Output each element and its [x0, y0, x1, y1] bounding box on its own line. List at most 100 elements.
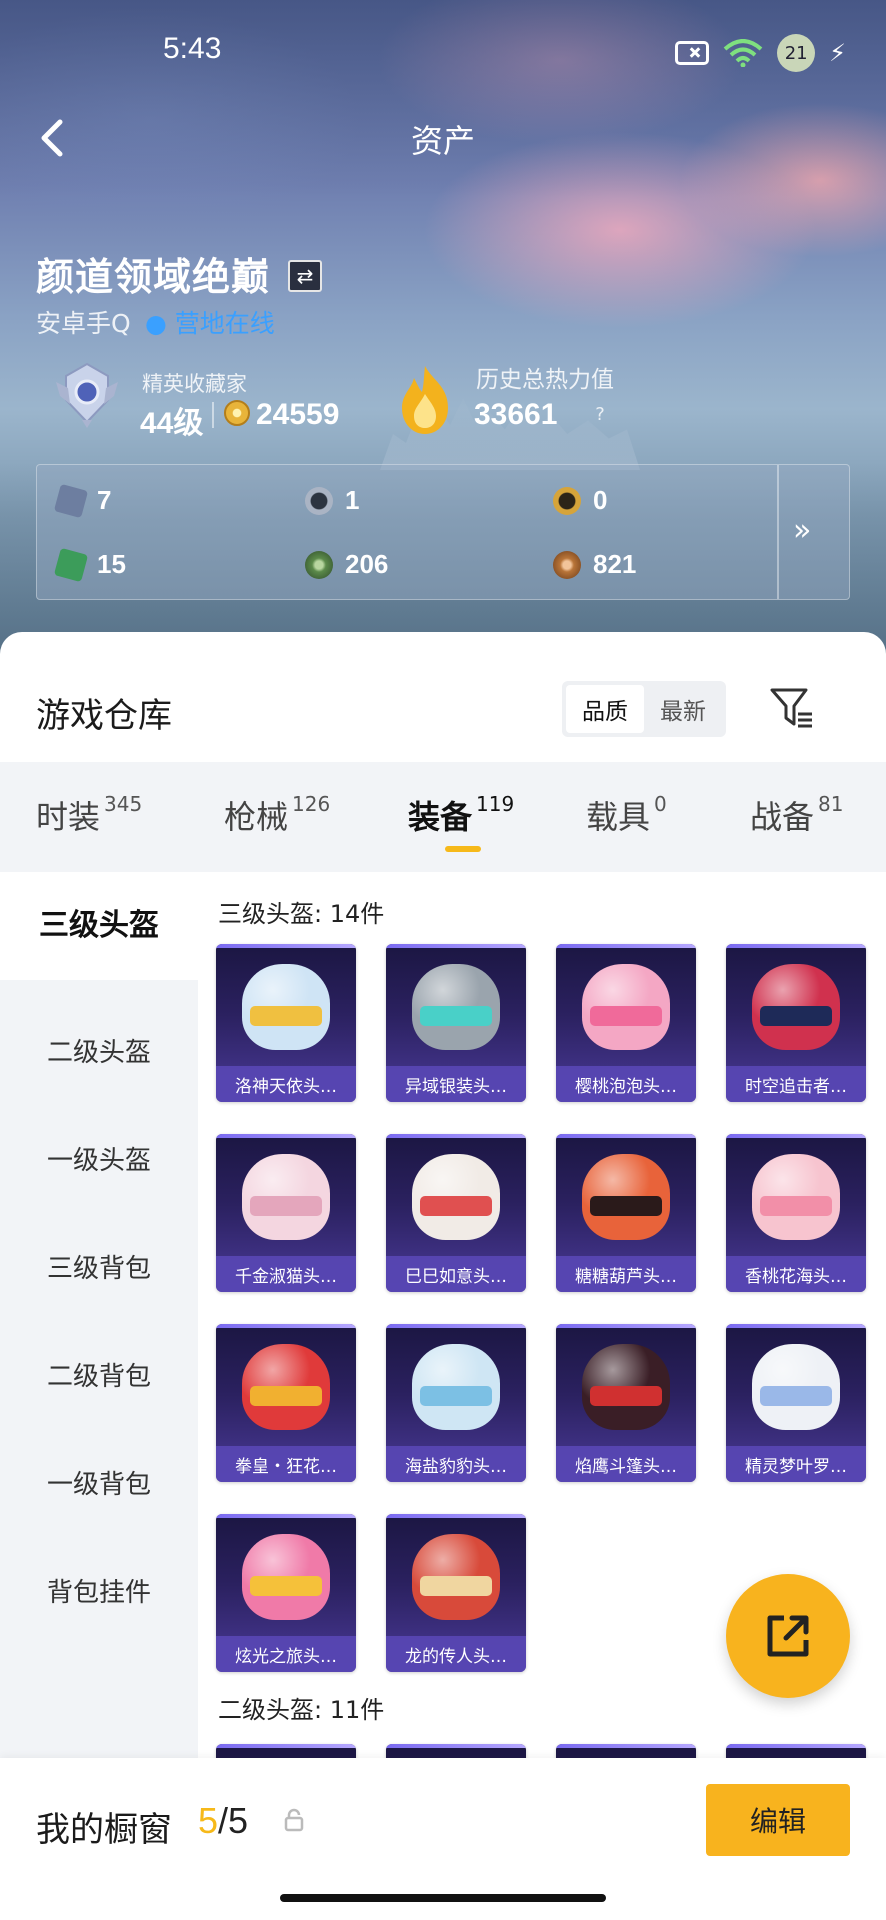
- gold-token-icon: [553, 486, 581, 515]
- status-bar: 5:43 21 ⚡: [0, 0, 886, 100]
- wifi-icon: [723, 39, 763, 67]
- switch-account-icon[interactable]: ⇄: [288, 260, 322, 292]
- subnav-item-level3-helmet[interactable]: 三级头盔: [0, 872, 198, 980]
- item-card[interactable]: 海盐豹豹头…: [386, 1324, 526, 1482]
- sort-toggle: 品质 最新: [562, 681, 726, 737]
- divider: [777, 465, 779, 599]
- subcategory-nav: 三级头盔 二级头盔 一级头盔 三级背包 二级背包 一级背包 背包挂件: [0, 872, 198, 1758]
- subnav-item-backpack-charm[interactable]: 背包挂件: [0, 1572, 198, 1609]
- player-name: 颜道领域绝巅: [36, 255, 271, 299]
- rank-points: 24559: [256, 398, 340, 431]
- visor-shape: [760, 1006, 832, 1026]
- item-card[interactable]: 精灵梦叶罗…: [726, 1324, 866, 1482]
- edit-button[interactable]: 编辑: [706, 1784, 850, 1856]
- online-status: ● 营地在线: [145, 309, 275, 338]
- item-card[interactable]: 龙的传人头…: [386, 1514, 526, 1672]
- visor-shape: [250, 1196, 322, 1216]
- currency-item: 7: [53, 483, 112, 518]
- currency-value: 206: [345, 549, 389, 579]
- item-card[interactable]: 拳皇・狂花…: [216, 1324, 356, 1482]
- subnav-item-level2-helmet[interactable]: 二级头盔: [0, 1032, 198, 1069]
- sort-newest-button[interactable]: 最新: [644, 685, 722, 733]
- tab-count: 345: [104, 792, 143, 816]
- item-card[interactable]: 巳巳如意头…: [386, 1134, 526, 1292]
- showcase-count: 5/5: [198, 1800, 248, 1842]
- card-icon: [53, 483, 89, 518]
- online-status-text: 营地在线: [174, 309, 275, 338]
- item-card[interactable]: 樱桃泡泡头…: [556, 944, 696, 1102]
- item-name: 异域银装头…: [386, 1066, 526, 1102]
- tab-count: 126: [292, 792, 331, 816]
- help-icon[interactable]: ?: [588, 402, 612, 426]
- item-card[interactable]: 异域银装头…: [386, 944, 526, 1102]
- currency-panel[interactable]: 7 1 0 15 206 821 »: [36, 464, 850, 600]
- divider: [212, 402, 214, 428]
- tab-count: 0: [654, 792, 667, 816]
- item-name: 香桃花海头…: [726, 1256, 866, 1292]
- page-title: 资产: [410, 122, 475, 160]
- flame-icon: [402, 366, 448, 434]
- ticket-icon: [53, 547, 89, 582]
- battery-icon: 21: [777, 34, 816, 72]
- green-orb-icon: [305, 550, 333, 579]
- visor-shape: [250, 1576, 322, 1596]
- item-name: 时空追击者…: [726, 1066, 866, 1102]
- section-label: 二级头盔: 11件: [218, 1696, 385, 1724]
- item-card[interactable]: 炫光之旅头…: [216, 1514, 356, 1672]
- warehouse-title: 游戏仓库: [36, 696, 172, 736]
- visor-shape: [420, 1576, 492, 1596]
- rank-title: 精英收藏家: [142, 372, 247, 396]
- tab-supplies[interactable]: 战备 81: [750, 792, 843, 838]
- lock-icon: [284, 1808, 304, 1832]
- item-name: 龙的传人头…: [386, 1636, 526, 1672]
- tab-label: 载具: [586, 798, 651, 836]
- item-card[interactable]: 香桃花海头…: [726, 1134, 866, 1292]
- item-name: 焰鹰斗篷头…: [556, 1446, 696, 1482]
- item-card[interactable]: [556, 1744, 696, 1758]
- home-indicator: [280, 1894, 606, 1902]
- tab-label: 枪械: [224, 798, 289, 836]
- tab-equipment[interactable]: 装备 119: [408, 792, 514, 838]
- currency-value: 821: [593, 549, 637, 579]
- rank-level: 44级: [140, 407, 204, 440]
- subnav-item-level1-helmet[interactable]: 一级头盔: [0, 1140, 198, 1177]
- visor-shape: [590, 1006, 662, 1026]
- tab-fashion[interactable]: 时装 345: [36, 792, 142, 838]
- expand-more-icon[interactable]: »: [793, 513, 811, 548]
- subnav-item-level2-backpack[interactable]: 二级背包: [0, 1356, 198, 1393]
- item-card[interactable]: 洛神天依头…: [216, 944, 356, 1102]
- currency-item: 821: [553, 549, 636, 580]
- item-name: 千金淑猫头…: [216, 1256, 356, 1292]
- item-card[interactable]: 焰鹰斗篷头…: [556, 1324, 696, 1482]
- tab-vehicles[interactable]: 载具 0: [586, 792, 667, 838]
- filter-icon[interactable]: [768, 686, 814, 730]
- visor-shape: [760, 1196, 832, 1216]
- item-card[interactable]: 千金淑猫头…: [216, 1134, 356, 1292]
- share-icon: [767, 1615, 809, 1657]
- rank-emblem-icon: [56, 362, 118, 428]
- heat-title: 历史总热力值: [476, 367, 614, 393]
- visor-shape: [420, 1006, 492, 1026]
- tab-label: 战备: [750, 798, 815, 836]
- item-name: 拳皇・狂花…: [216, 1446, 356, 1482]
- item-name: 糖糖葫芦头…: [556, 1256, 696, 1292]
- points-coin-icon: [224, 400, 250, 426]
- item-name: 海盐豹豹头…: [386, 1446, 526, 1482]
- item-card[interactable]: [386, 1744, 526, 1758]
- no-sim-icon: [675, 41, 710, 65]
- currency-item: 206: [305, 549, 388, 580]
- tab-weapons[interactable]: 枪械 126: [224, 792, 330, 838]
- section-label: 三级头盔: 14件: [218, 900, 385, 928]
- subnav-item-level1-backpack[interactable]: 一级背包: [0, 1464, 198, 1501]
- share-button[interactable]: [726, 1574, 850, 1698]
- item-card[interactable]: [216, 1744, 356, 1758]
- sort-quality-button[interactable]: 品质: [566, 685, 644, 733]
- item-card[interactable]: 时空追击者…: [726, 944, 866, 1102]
- item-card[interactable]: [726, 1744, 866, 1758]
- currency-value: 7: [97, 485, 112, 515]
- charging-icon: ⚡: [829, 39, 846, 67]
- subnav-item-level3-backpack[interactable]: 三级背包: [0, 1248, 198, 1285]
- currency-item: 1: [305, 485, 359, 516]
- item-card[interactable]: 糖糖葫芦头…: [556, 1134, 696, 1292]
- item-name: 樱桃泡泡头…: [556, 1066, 696, 1102]
